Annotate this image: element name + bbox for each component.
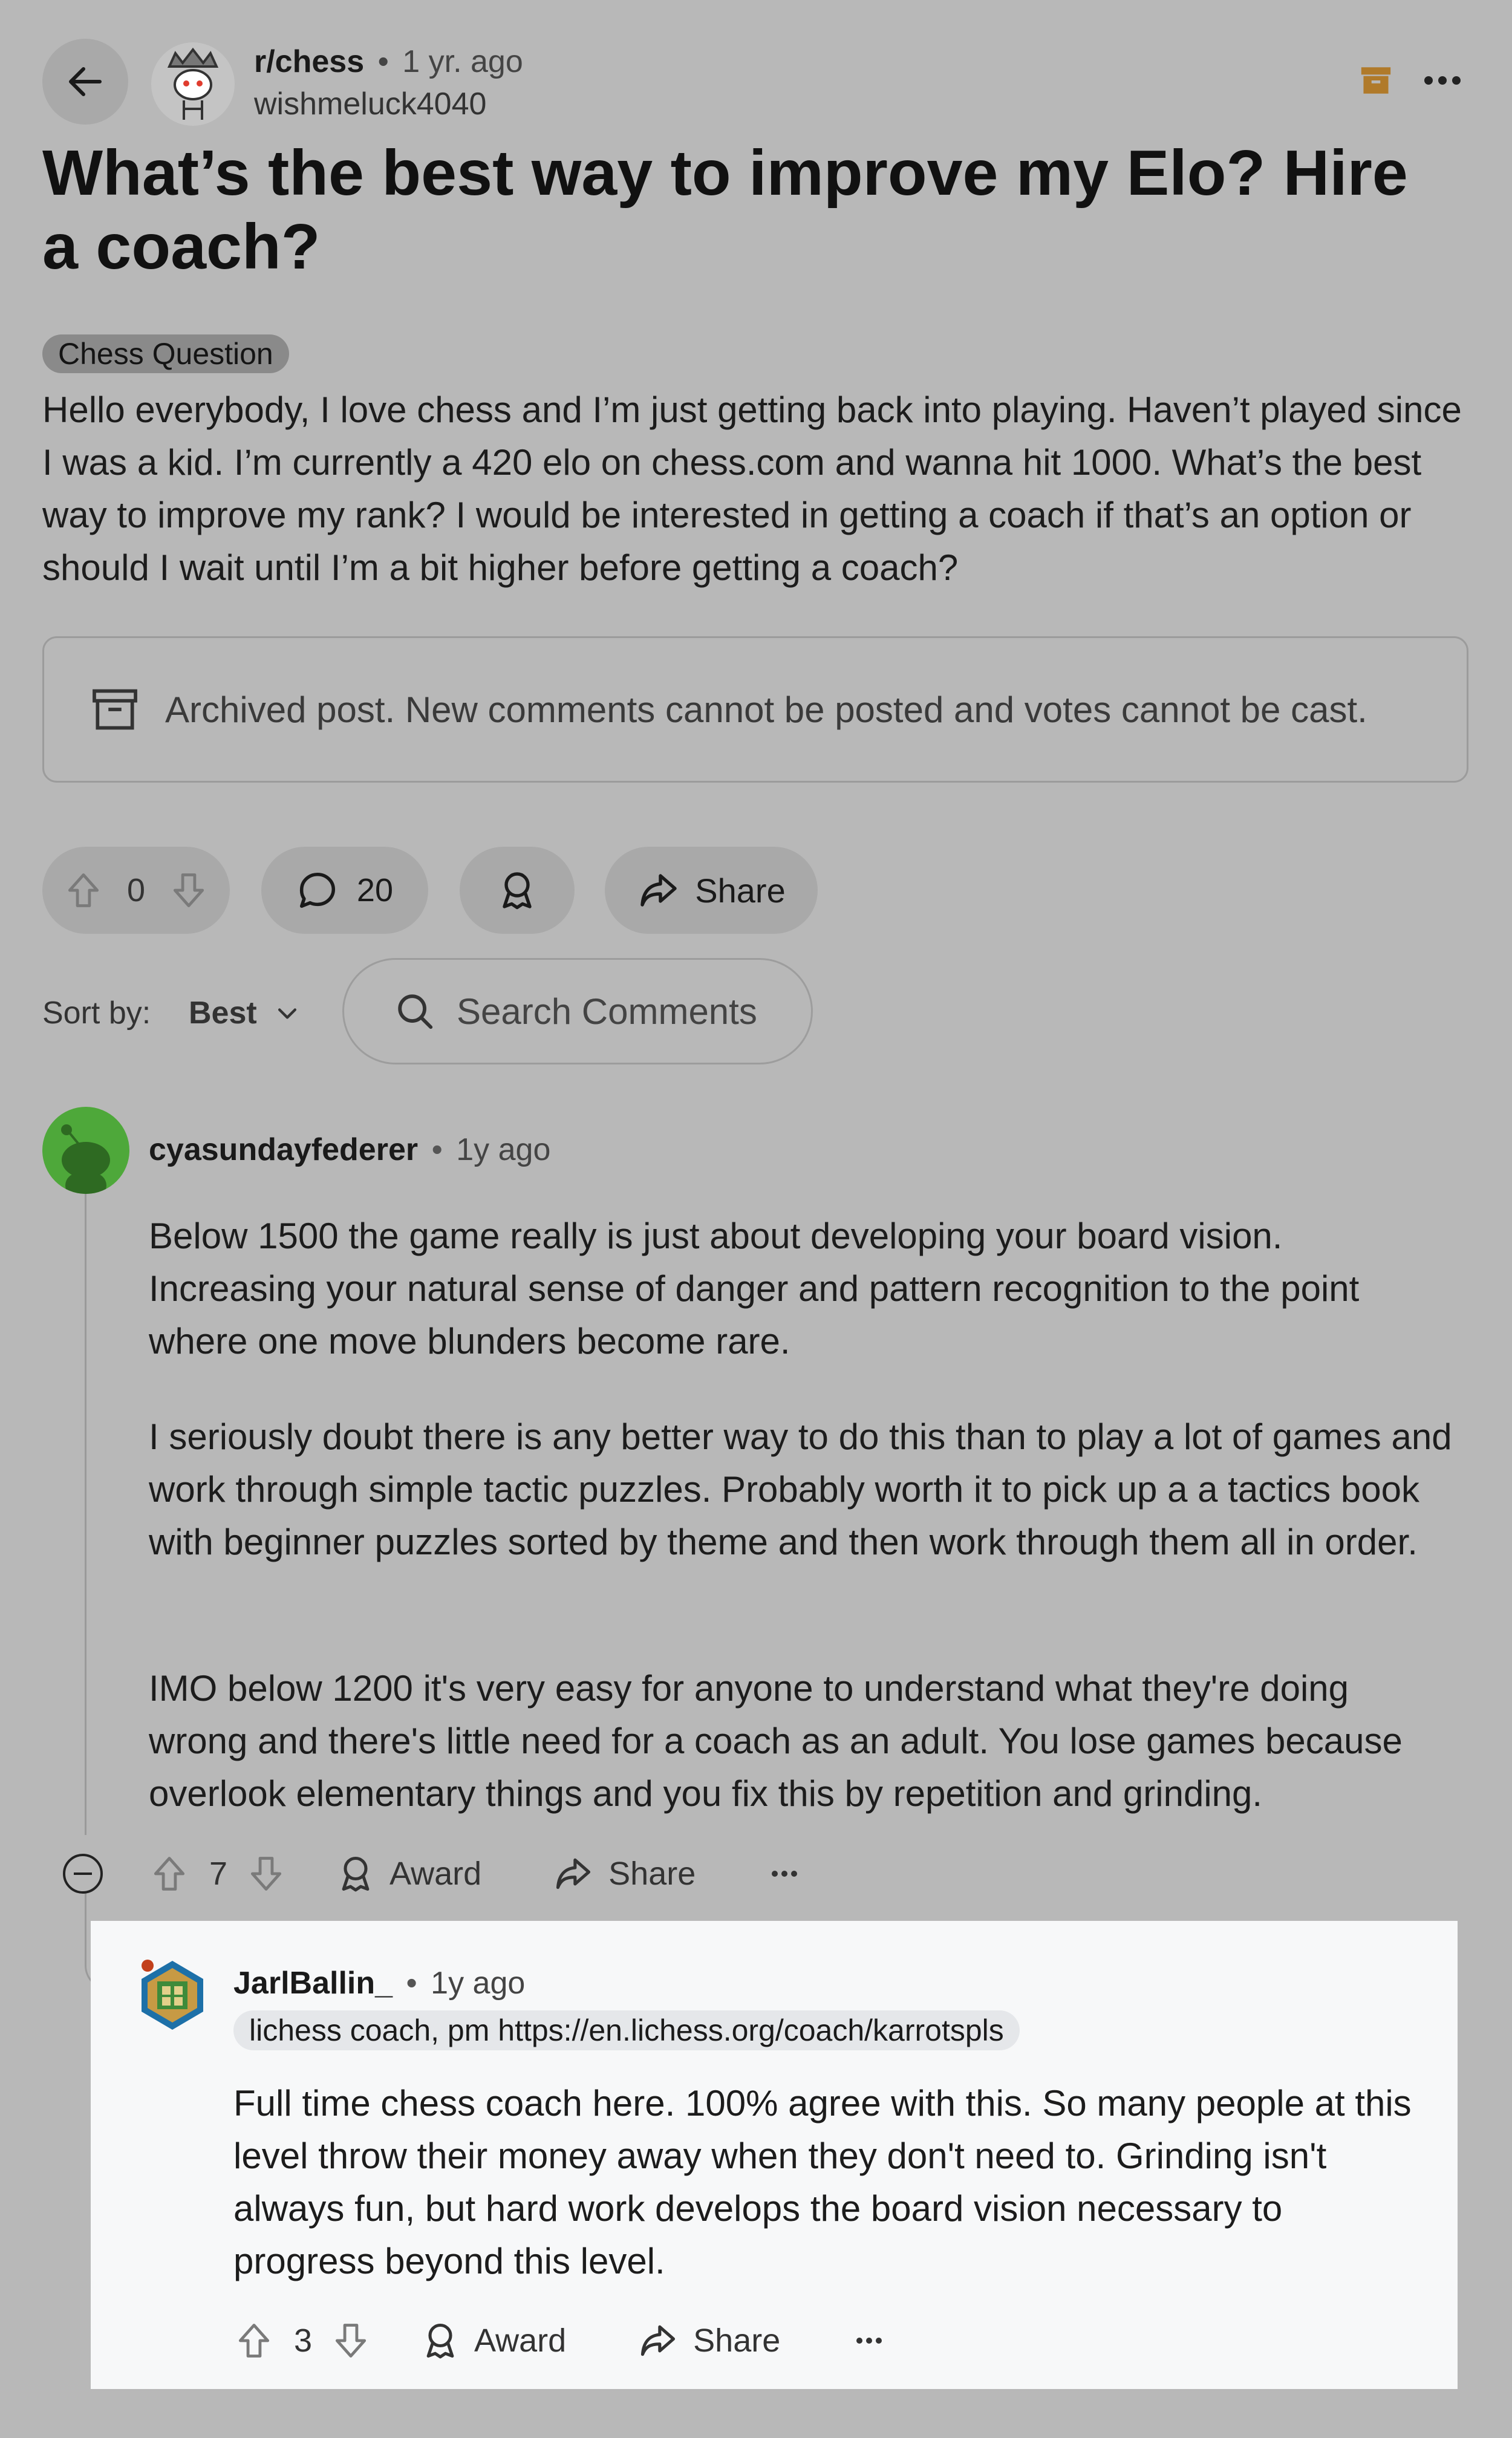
comment-bubble-icon bbox=[296, 869, 339, 911]
post-vote-count: 0 bbox=[126, 872, 146, 908]
share-label: Share bbox=[693, 2322, 781, 2359]
comment-count: 20 bbox=[356, 872, 393, 908]
share-arrow-icon bbox=[553, 1853, 594, 1894]
post-age: 1 yr. ago bbox=[402, 44, 523, 79]
archived-notice-text: Archived post. New comments cannot be po… bbox=[165, 689, 1367, 730]
downvote-icon[interactable] bbox=[168, 870, 209, 911]
search-input[interactable]: Search Comments bbox=[457, 991, 757, 1032]
subreddit-name[interactable]: r/chess bbox=[254, 44, 364, 79]
separator-dot: • bbox=[431, 1132, 443, 1167]
award-label: Award bbox=[474, 2322, 567, 2359]
share-label: Share bbox=[608, 1856, 696, 1892]
chevron-down-icon bbox=[274, 1000, 301, 1026]
comment-vote-count: 3 bbox=[294, 2322, 313, 2359]
user-flair[interactable]: lichess coach, pm https://en.lichess.org… bbox=[233, 2010, 1020, 2050]
post-author[interactable]: wishmeluck4040 bbox=[254, 85, 486, 123]
share-arrow-icon bbox=[637, 2320, 679, 2361]
sort-dropdown[interactable]: Best bbox=[189, 992, 301, 1034]
downvote-icon[interactable] bbox=[246, 1853, 287, 1894]
comment-vote-count: 7 bbox=[209, 1856, 228, 1892]
upvote-icon[interactable] bbox=[149, 1853, 190, 1894]
upvote-icon[interactable] bbox=[233, 2320, 275, 2361]
comment-author[interactable]: JarlBallin_ bbox=[233, 1966, 393, 2001]
share-button[interactable]: Share bbox=[605, 847, 818, 934]
more-options-icon[interactable] bbox=[1422, 74, 1462, 90]
post-flair[interactable]: Chess Question bbox=[42, 334, 289, 373]
comment-age: 1y ago bbox=[456, 1132, 551, 1167]
thread-line bbox=[85, 1194, 86, 1835]
award-button[interactable]: Award bbox=[420, 2320, 566, 2361]
share-arrow-icon bbox=[637, 869, 680, 912]
more-options-icon[interactable] bbox=[771, 1869, 798, 1878]
award-ribbon-icon bbox=[495, 869, 539, 912]
sort-label: Sort by: bbox=[42, 996, 151, 1031]
comment-age: 1y ago bbox=[431, 1966, 526, 2001]
upvote-icon[interactable] bbox=[63, 870, 104, 911]
avatar[interactable] bbox=[134, 1957, 210, 2033]
collapse-thread-button[interactable] bbox=[63, 1854, 103, 1894]
share-button[interactable]: Share bbox=[637, 2320, 780, 2361]
comment-action-bar: 7 Award Share bbox=[149, 1850, 798, 1898]
minus-icon bbox=[74, 1873, 92, 1875]
separator-dot: • bbox=[406, 1966, 417, 2001]
avatar[interactable] bbox=[42, 1107, 129, 1194]
award-ribbon-icon bbox=[420, 2320, 461, 2361]
search-comments-box[interactable]: Search Comments bbox=[342, 958, 813, 1064]
downvote-icon[interactable] bbox=[330, 2320, 371, 2361]
post-body: Hello everybody, I love chess and I’m ju… bbox=[42, 389, 1462, 588]
award-button[interactable]: Award bbox=[335, 1853, 481, 1894]
comment-paragraph: IMO below 1200 it's very easy for anyone… bbox=[149, 1668, 1403, 1814]
archive-icon bbox=[1358, 63, 1393, 101]
post-vote-control: 0 bbox=[42, 847, 230, 934]
comment-paragraph: Full time chess coach here. 100% agree w… bbox=[233, 2083, 1412, 2281]
subreddit-avatar[interactable] bbox=[151, 42, 235, 126]
share-button[interactable]: Share bbox=[553, 1853, 696, 1894]
share-label: Share bbox=[695, 871, 786, 910]
comment-author[interactable]: cyasundayfederer bbox=[149, 1132, 418, 1167]
archive-box-icon bbox=[89, 683, 141, 735]
archived-notice: Archived post. New comments cannot be po… bbox=[42, 636, 1468, 783]
comment-paragraph: I seriously doubt there is any better wa… bbox=[149, 1416, 1452, 1562]
comment-action-bar: 3 Award Share bbox=[233, 2316, 883, 2365]
post-title: What’s the best way to improve my Elo? H… bbox=[42, 137, 1408, 282]
arrow-left-icon bbox=[64, 60, 107, 103]
comment-paragraph: Below 1500 the game really is just about… bbox=[149, 1216, 1360, 1361]
back-button[interactable] bbox=[42, 39, 128, 125]
separator-dot: • bbox=[377, 44, 389, 79]
award-ribbon-icon bbox=[335, 1853, 376, 1894]
search-icon bbox=[394, 990, 436, 1032]
award-button[interactable] bbox=[460, 847, 575, 934]
comments-button[interactable]: 20 bbox=[261, 847, 428, 934]
more-options-icon[interactable] bbox=[855, 2336, 883, 2345]
award-label: Award bbox=[389, 1856, 482, 1892]
sort-value: Best bbox=[189, 996, 257, 1031]
